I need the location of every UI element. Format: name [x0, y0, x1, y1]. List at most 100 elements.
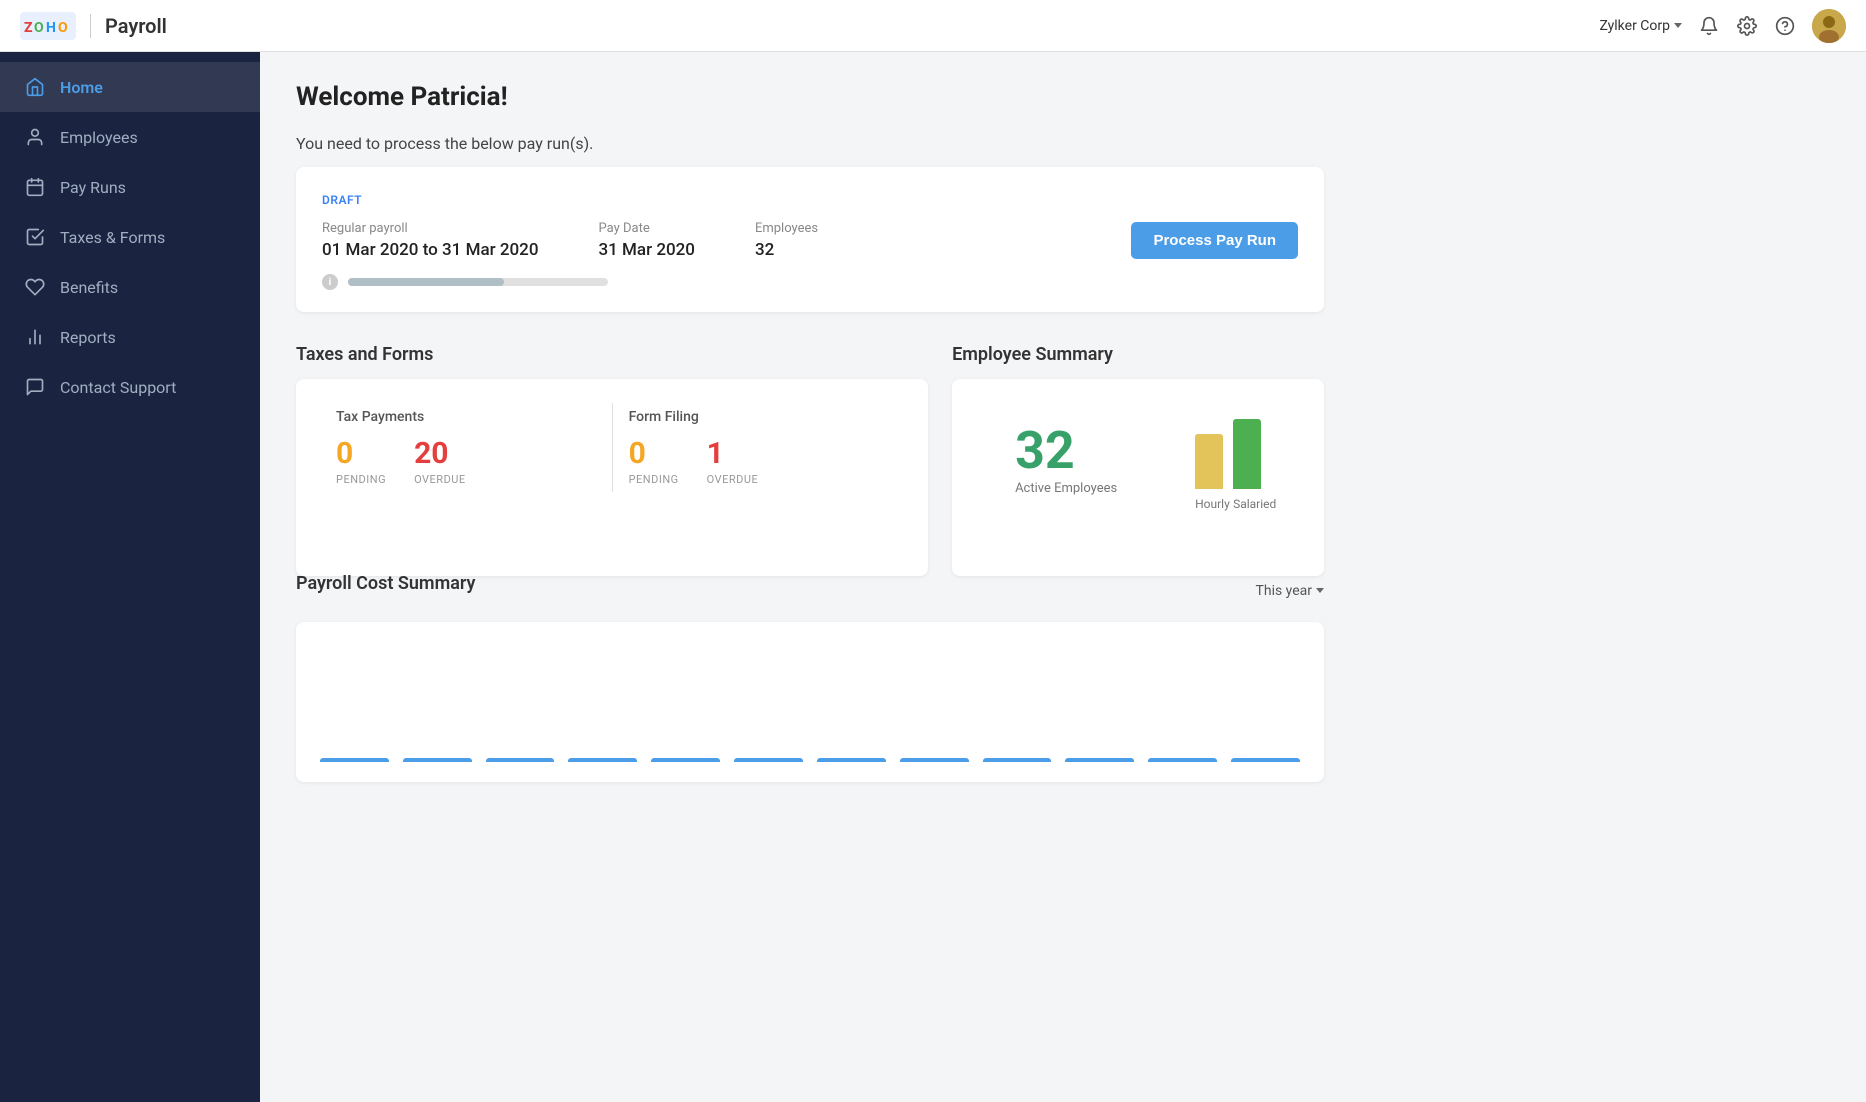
content-area: Welcome Patricia! You need to process th…: [260, 52, 1866, 1102]
company-name: Zylker Corp: [1599, 18, 1670, 34]
draft-employees-block: Employees 32: [755, 221, 818, 260]
payroll-header: Payroll Cost Summary This year: [296, 573, 1324, 608]
payroll-cost-title: Payroll Cost Summary: [296, 573, 475, 594]
form-overdue-value: 1: [707, 439, 759, 469]
bar-labels: Hourly Salaried: [1195, 497, 1261, 511]
process-pay-run-button[interactable]: Process Pay Run: [1131, 222, 1298, 259]
chat-icon: [24, 376, 46, 398]
hourly-label: Hourly: [1195, 497, 1223, 511]
month-bar-group: [817, 758, 886, 762]
sidebar-support-label: Contact Support: [60, 378, 176, 397]
salaried-label: Salaried: [1233, 497, 1261, 511]
home-icon: [24, 76, 46, 98]
settings-icon[interactable]: [1736, 15, 1758, 37]
draft-meta: Regular payroll 01 Mar 2020 to 31 Mar 20…: [322, 221, 818, 260]
sidebar-item-benefits[interactable]: Benefits: [0, 262, 260, 312]
sidebar-item-contact-support[interactable]: Contact Support: [0, 362, 260, 412]
month-bar: [568, 758, 637, 762]
form-pending-label: PENDING: [629, 473, 679, 486]
month-bar-group: [983, 758, 1052, 762]
employees-label: Employees: [755, 221, 818, 236]
month-bar: [983, 758, 1052, 762]
month-bar-group: [734, 758, 803, 762]
page-title: Welcome Patricia!: [296, 82, 1324, 112]
hourly-bar: [1195, 434, 1223, 489]
emp-count-block: 32 Active Employees: [1015, 425, 1117, 496]
sidebar-item-home[interactable]: Home: [0, 62, 260, 112]
app-name: Payroll: [105, 14, 167, 38]
sidebar-item-reports[interactable]: Reports: [0, 312, 260, 362]
month-bar-group: [320, 758, 389, 762]
employees-count: 32: [755, 240, 818, 260]
sidebar-benefits-label: Benefits: [60, 278, 118, 297]
form-pending-value: 0: [629, 439, 679, 469]
draft-info-row: Regular payroll 01 Mar 2020 to 31 Mar 20…: [322, 221, 1298, 260]
taxes-forms-title: Taxes and Forms: [296, 344, 928, 365]
receipt-icon: [24, 226, 46, 248]
sidebar: Home Employees Pay Runs: [0, 52, 260, 1102]
avatar[interactable]: [1812, 9, 1846, 43]
year-selector-label: This year: [1256, 583, 1313, 599]
svg-text:O: O: [34, 20, 44, 36]
form-filing-numbers: 0 PENDING 1 OVERDUE: [629, 439, 889, 486]
month-bar-group: [900, 758, 969, 762]
logo-divider: [90, 14, 91, 38]
month-bar: [486, 758, 555, 762]
svg-text:O: O: [58, 20, 68, 36]
month-bar: [817, 758, 886, 762]
progress-bar-track: [348, 278, 608, 286]
employee-summary-title: Employee Summary: [952, 344, 1324, 365]
tax-pending-block: 0 PENDING: [336, 439, 386, 486]
draft-badge: DRAFT: [322, 193, 362, 207]
emp-summary-inner: 32 Active Employees Hourly Sa: [976, 399, 1300, 521]
company-chevron-icon: [1674, 23, 1682, 28]
payroll-bar-chart: [320, 642, 1300, 762]
year-selector[interactable]: This year: [1256, 583, 1325, 599]
emp-count: 32: [1015, 425, 1117, 477]
month-bar: [1231, 758, 1300, 762]
month-bar-group: [651, 758, 720, 762]
zoho-logo: Z O H O: [20, 12, 76, 40]
payroll-type-label: Regular payroll: [322, 221, 539, 236]
month-bar: [1148, 758, 1217, 762]
sidebar-item-taxes-forms[interactable]: Taxes & Forms: [0, 212, 260, 262]
form-pending-block: 0 PENDING: [629, 439, 679, 486]
benefits-icon: [24, 276, 46, 298]
person-icon: [24, 126, 46, 148]
payroll-period: 01 Mar 2020 to 31 Mar 2020: [322, 240, 539, 260]
draft-card: DRAFT Regular payroll 01 Mar 2020 to 31 …: [296, 167, 1324, 312]
draft-payroll-block: Regular payroll 01 Mar 2020 to 31 Mar 20…: [322, 221, 539, 260]
help-icon[interactable]: [1774, 15, 1796, 37]
bar-chart-icon: [24, 326, 46, 348]
progress-info-icon: i: [322, 274, 338, 290]
form-overdue-label: OVERDUE: [707, 473, 759, 486]
month-bar: [320, 758, 389, 762]
tax-payments-title: Tax Payments: [336, 409, 596, 425]
two-column-section: Taxes and Forms Tax Payments 0 PENDING: [296, 344, 1324, 541]
taxes-forms-section: Taxes and Forms Tax Payments 0 PENDING: [296, 344, 928, 541]
svg-text:Z: Z: [24, 20, 33, 36]
form-filing-col: Form Filing 0 PENDING 1 OVERDUE: [613, 399, 905, 496]
emp-chart: Hourly Salaried: [1195, 409, 1261, 511]
tax-pending-label: PENDING: [336, 473, 386, 486]
sidebar-payruns-label: Pay Runs: [60, 178, 126, 197]
calendar-icon: [24, 176, 46, 198]
sidebar-item-employees[interactable]: Employees: [0, 112, 260, 162]
header-right: Zylker Corp: [1599, 9, 1846, 43]
svg-text:H: H: [46, 20, 56, 36]
progress-bar-fill: [348, 278, 504, 286]
month-bar-group: [486, 758, 555, 762]
sidebar-taxes-label: Taxes & Forms: [60, 228, 165, 247]
tax-inner: Tax Payments 0 PENDING 20 OVERDUE: [320, 399, 904, 496]
month-bar-group: [1148, 758, 1217, 762]
sidebar-item-pay-runs[interactable]: Pay Runs: [0, 162, 260, 212]
company-selector[interactable]: Zylker Corp: [1599, 18, 1682, 34]
taxes-forms-card: Tax Payments 0 PENDING 20 OVERDUE: [296, 379, 928, 576]
progress-row: i: [322, 274, 1298, 290]
month-bar: [900, 758, 969, 762]
content-inner: Welcome Patricia! You need to process th…: [260, 52, 1360, 812]
tax-pending-value: 0: [336, 439, 386, 469]
month-bar: [734, 758, 803, 762]
bell-icon[interactable]: [1698, 15, 1720, 37]
salaried-bar: [1233, 419, 1261, 489]
